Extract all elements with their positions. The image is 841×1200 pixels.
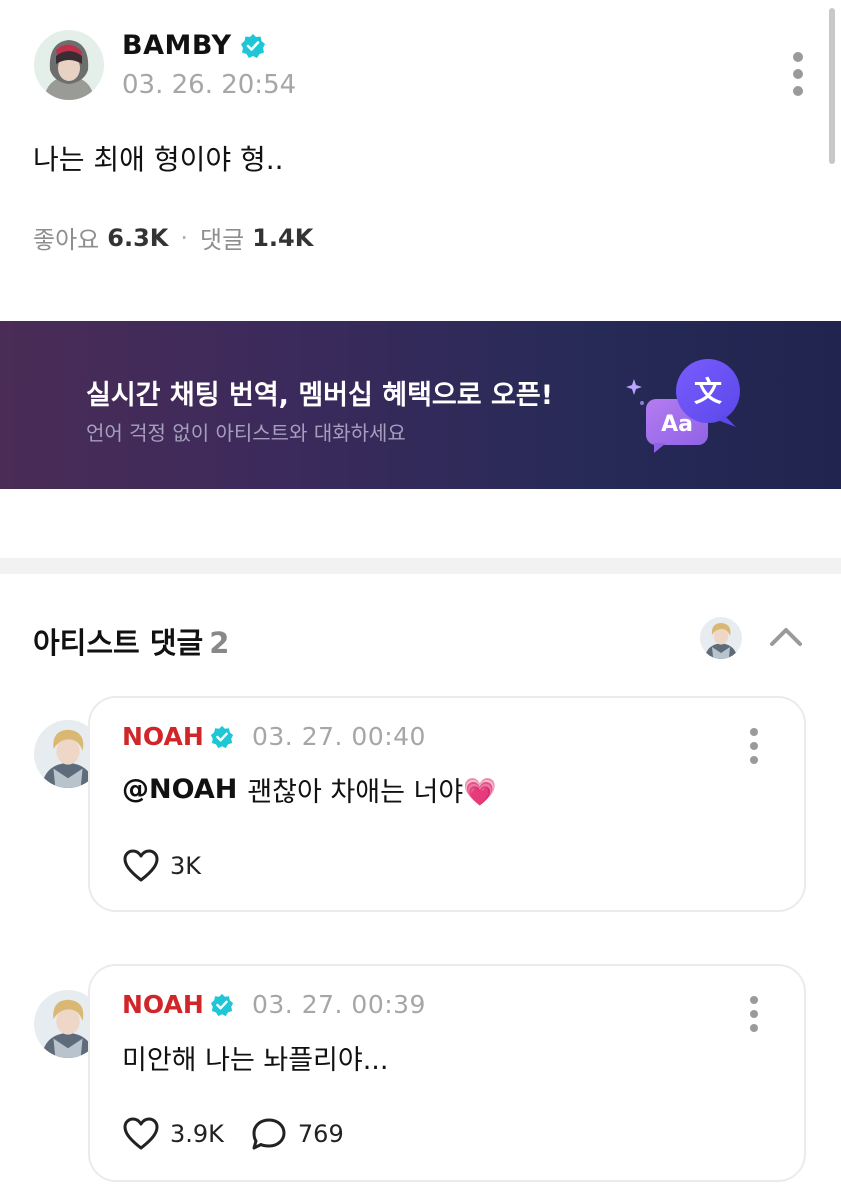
translate-icon: Aa 文 bbox=[626, 359, 740, 453]
verified-badge-icon bbox=[210, 993, 233, 1016]
like-count: 3K bbox=[170, 852, 202, 880]
artist-avatar[interactable] bbox=[700, 617, 742, 659]
scrollbar[interactable] bbox=[829, 8, 835, 164]
comments-label: 댓글 bbox=[200, 226, 245, 254]
artist-comments-label: 아티스트 댓글 bbox=[33, 626, 204, 660]
reply-count: 769 bbox=[297, 1120, 344, 1148]
more-vertical-icon[interactable] bbox=[792, 52, 804, 96]
author-name[interactable]: BAMBY bbox=[122, 30, 266, 61]
more-vertical-icon[interactable] bbox=[748, 728, 760, 764]
heart-icon[interactable] bbox=[122, 848, 160, 884]
comment-bubble-icon[interactable] bbox=[250, 1116, 288, 1152]
banner-title: 실시간 채팅 번역, 멤버십 혜택으로 오픈! bbox=[86, 380, 554, 411]
artist-comments-title: 아티스트 댓글 2 bbox=[33, 620, 229, 662]
likes-count[interactable]: 6.3K bbox=[107, 224, 168, 252]
svg-text:文: 文 bbox=[694, 375, 722, 408]
comment-author-name: NOAH bbox=[122, 722, 204, 751]
banner-subtitle: 언어 걱정 없이 아티스트와 대화하세요 bbox=[86, 421, 406, 445]
likes-label: 좋아요 bbox=[33, 226, 100, 254]
more-vertical-icon[interactable] bbox=[748, 996, 760, 1032]
author-name-text: BAMBY bbox=[122, 30, 232, 61]
artist-comment: NOAH 03. 27. 00:40 @NOAH 괜찮아 차애는 너야💗 3K bbox=[88, 696, 806, 912]
chevron-up-icon[interactable] bbox=[768, 622, 804, 652]
comment-text: @NOAH 괜찮아 차애는 너야💗 bbox=[122, 770, 497, 809]
post-text: 나는 최애 형이야 형.. bbox=[33, 143, 284, 176]
comment-body: 괜찮아 차애는 너야💗 bbox=[247, 777, 497, 808]
comment-text: 미안해 나는 놔플리야... bbox=[122, 1038, 388, 1077]
comments-count[interactable]: 1.4K bbox=[252, 224, 313, 252]
artist-comment: NOAH 03. 27. 00:39 미안해 나는 놔플리야... 3.9K 7… bbox=[88, 964, 806, 1182]
comment-actions: 3.9K 769 bbox=[122, 1116, 344, 1152]
section-divider bbox=[0, 558, 841, 574]
author-avatar[interactable] bbox=[34, 30, 104, 100]
comment-actions: 3K bbox=[122, 848, 201, 884]
post-time: 03. 26. 20:54 bbox=[122, 70, 297, 100]
verified-badge-icon bbox=[210, 725, 233, 748]
comment-time: 03. 27. 00:39 bbox=[252, 990, 426, 1019]
artist-comments-count: 2 bbox=[209, 626, 230, 660]
separator-dot: · bbox=[180, 223, 189, 252]
like-count: 3.9K bbox=[170, 1120, 224, 1148]
comment-author[interactable]: NOAH bbox=[122, 722, 234, 751]
comment-author-name: NOAH bbox=[122, 990, 204, 1019]
promo-banner[interactable]: 실시간 채팅 번역, 멤버십 혜택으로 오픈! 언어 걱정 없이 아티스트와 대… bbox=[0, 321, 841, 489]
post-stats: 좋아요 6.3K · 댓글 1.4K bbox=[33, 220, 313, 255]
heart-icon[interactable] bbox=[122, 1116, 160, 1152]
verified-badge-icon bbox=[240, 33, 265, 58]
comment-body: 미안해 나는 놔플리야... bbox=[122, 1045, 389, 1076]
comment-author[interactable]: NOAH bbox=[122, 990, 234, 1019]
mention-link[interactable]: @NOAH bbox=[122, 774, 237, 805]
comment-time: 03. 27. 00:40 bbox=[252, 722, 426, 751]
